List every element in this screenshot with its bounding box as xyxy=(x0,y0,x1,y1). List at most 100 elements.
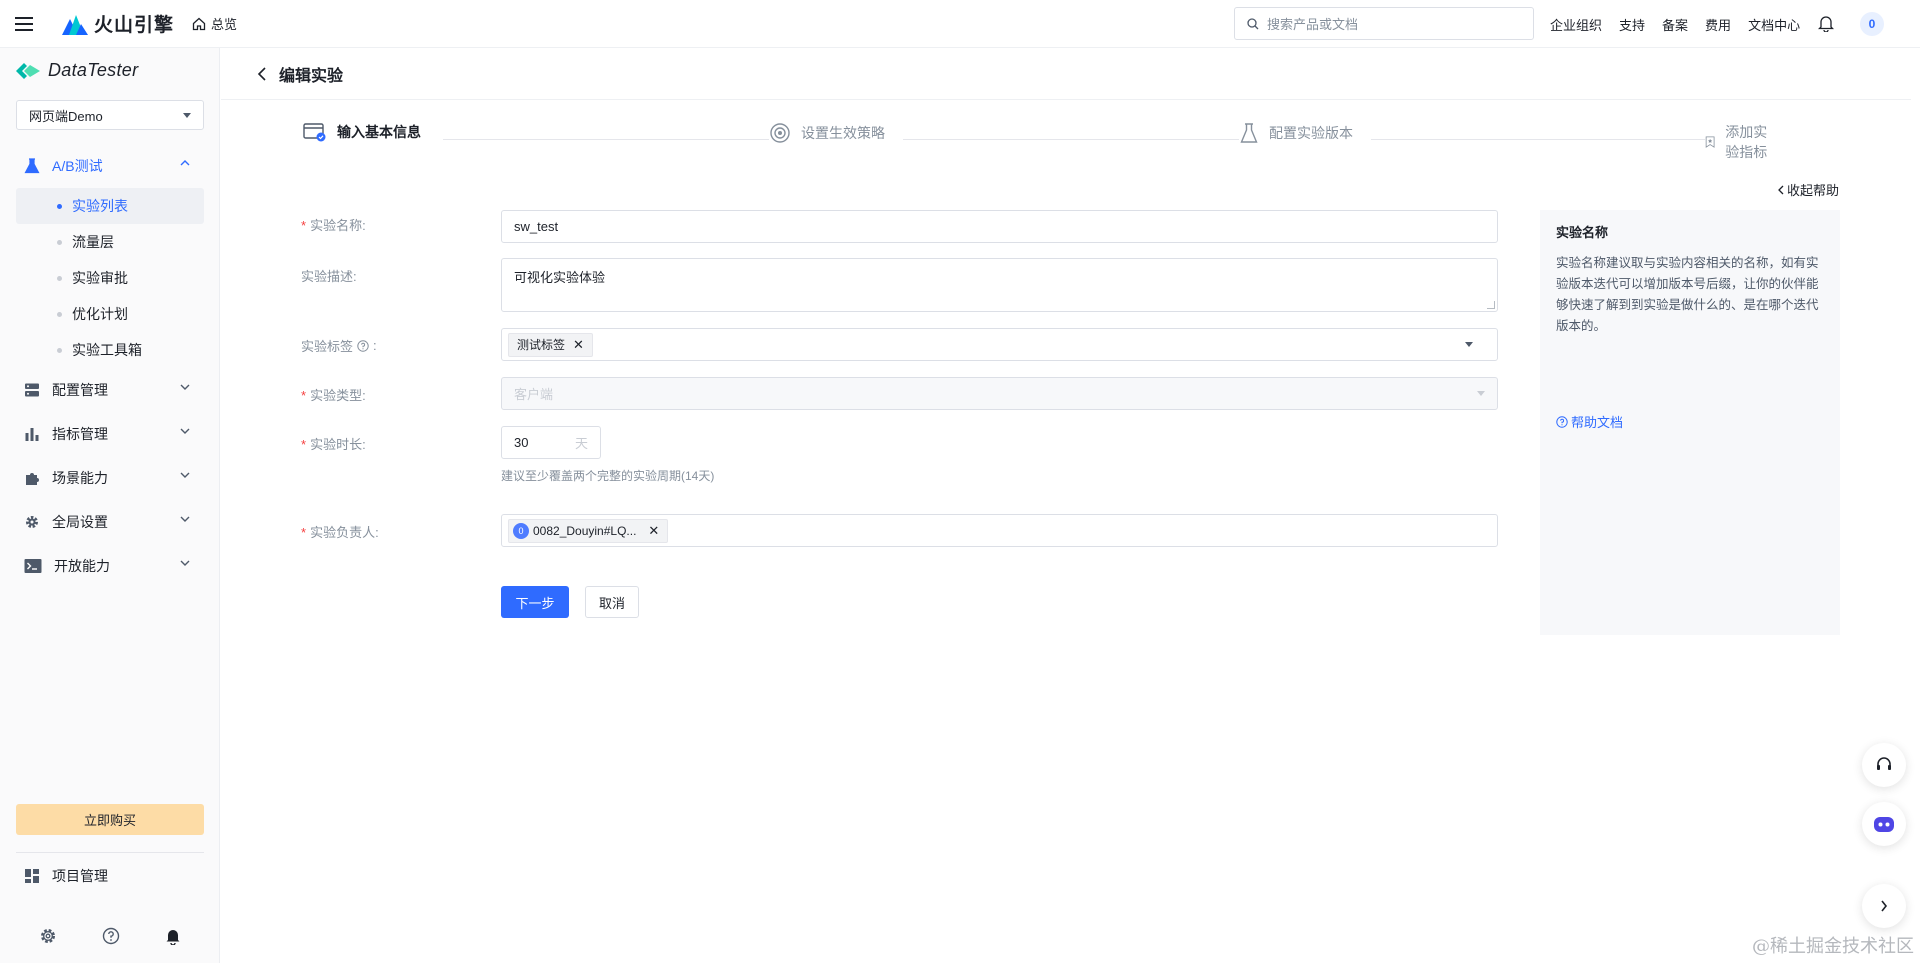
step-versions[interactable]: 配置实验版本 xyxy=(1239,122,1363,144)
sidebar-item-toolbox[interactable]: 实验工具箱 xyxy=(16,332,204,368)
next-step-button[interactable]: 下一步 xyxy=(501,586,569,618)
step-label: 配置实验版本 xyxy=(1269,125,1353,141)
chevron-right-icon xyxy=(1881,900,1888,912)
bell-icon[interactable] xyxy=(165,927,181,945)
help-title: 实验名称 xyxy=(1556,225,1609,240)
page-header: 编辑实验 xyxy=(221,48,1911,100)
sidebar-item-label: 实验审批 xyxy=(72,270,128,286)
field-label: * 实验名称: xyxy=(301,218,501,234)
datatester-logo[interactable]: DataTester xyxy=(16,60,138,81)
back-arrow-icon[interactable] xyxy=(257,66,267,81)
sidebar-item-label: 优化计划 xyxy=(72,306,128,322)
chevron-down-icon xyxy=(180,560,190,566)
notification-bell-icon[interactable] xyxy=(1817,14,1835,35)
caret-down-icon xyxy=(1465,342,1473,347)
link-support[interactable]: 支持 xyxy=(1619,15,1645,34)
help-icon[interactable] xyxy=(102,927,120,945)
help-docs-label: 帮助文档 xyxy=(1571,415,1624,430)
form-row-tags: 实验标签 : xyxy=(301,336,501,355)
sidebar-group-metrics[interactable]: 指标管理 xyxy=(0,412,220,456)
server-icon xyxy=(25,383,39,397)
search-input[interactable]: 搜索产品或文档 xyxy=(1234,7,1534,40)
experiment-owner-select[interactable]: 0 0082_Douyin#LQ... ✕ xyxy=(501,514,1498,547)
caret-down-icon xyxy=(1477,391,1485,396)
project-select[interactable]: 网页端Demo xyxy=(16,100,204,130)
step-basic-info[interactable]: 输入基本信息 xyxy=(303,122,431,142)
experiment-tags-select[interactable]: 测试标签 ✕ xyxy=(501,328,1498,361)
required-mark: * xyxy=(301,218,307,233)
assistant-bot-button[interactable] xyxy=(1862,802,1906,846)
experiment-duration-input[interactable]: 30 天 xyxy=(501,426,601,459)
sidebar-item-optimization-plan[interactable]: 优化计划 xyxy=(16,296,204,332)
experiment-description-value: 可视化实验体验 xyxy=(514,270,606,285)
field-label: 实验描述: xyxy=(301,266,501,285)
help-docs-link[interactable]: 帮助文档 xyxy=(1556,412,1623,431)
sidebar-item-traffic-layer[interactable]: 流量层 xyxy=(16,224,204,260)
form-card-icon xyxy=(303,123,326,142)
form-row-type: * 实验类型: xyxy=(301,385,501,404)
chevron-down-icon xyxy=(180,428,190,434)
step-connector xyxy=(1371,139,1739,140)
link-enterprise[interactable]: 企业组织 xyxy=(1550,15,1602,34)
dashboard-icon xyxy=(25,869,39,883)
remove-owner-icon[interactable]: ✕ xyxy=(648,523,659,539)
field-label: * 实验类型: xyxy=(301,385,501,404)
sidebar-group-ab-test[interactable]: A/B测试 xyxy=(0,144,220,188)
resize-handle-icon[interactable] xyxy=(1487,301,1495,309)
cancel-button[interactable]: 取消 xyxy=(585,586,639,618)
question-circle-icon[interactable] xyxy=(357,339,369,352)
overview-link[interactable]: 总览 xyxy=(192,14,237,33)
link-docs[interactable]: 文档中心 xyxy=(1748,15,1800,34)
volcano-logo-icon xyxy=(62,14,88,35)
step-label: 添加实验指标 xyxy=(1725,124,1768,160)
sidebar-item-experiment-list[interactable]: 实验列表 xyxy=(16,188,204,224)
sidebar-group-label: 开放能力 xyxy=(54,558,110,574)
flask-outline-icon xyxy=(1240,123,1258,143)
headset-icon xyxy=(1877,757,1891,770)
settings-icon[interactable] xyxy=(39,927,57,945)
form-row-duration: * 实验时长: xyxy=(301,434,501,453)
caret-down-icon xyxy=(183,112,191,118)
sidebar-group-global-settings[interactable]: 全局设置 xyxy=(0,500,220,544)
sidebar-group-open-api[interactable]: 开放能力 xyxy=(0,544,220,588)
puzzle-icon xyxy=(26,473,39,485)
link-billing[interactable]: 费用 xyxy=(1705,15,1731,34)
question-circle-icon xyxy=(1556,415,1568,428)
customer-service-button[interactable] xyxy=(1862,743,1906,787)
owner-chip: 0 0082_Douyin#LQ... ✕ xyxy=(508,518,669,543)
datatester-logo-icon xyxy=(16,62,40,79)
overview-label: 总览 xyxy=(211,17,238,32)
buy-now-button[interactable]: 立即购买 xyxy=(16,804,204,835)
step-metrics[interactable]: 添加实验指标 xyxy=(1705,122,1783,162)
step-strategy[interactable]: 设置生效策略 xyxy=(769,122,895,144)
chevron-down-icon xyxy=(180,384,190,390)
volcengine-logo[interactable]: 火山引擎 xyxy=(62,10,174,37)
project-management-link[interactable]: 项目管理 xyxy=(24,866,108,886)
experiment-description-textarea[interactable]: 可视化实验体验 xyxy=(501,258,1498,312)
bullet-dot xyxy=(57,348,62,353)
form-row-owner: * 实验负责人: xyxy=(301,522,501,541)
required-mark: * xyxy=(301,437,307,452)
sidebar-footer xyxy=(0,916,220,956)
tag-chip: 测试标签 ✕ xyxy=(508,332,593,357)
sidebar-group-scenario[interactable]: 场景能力 xyxy=(0,456,220,500)
sidebar-group-config[interactable]: 配置管理 xyxy=(0,368,220,412)
expand-panel-button[interactable] xyxy=(1862,884,1906,928)
owner-chip-label: 0082_Douyin#LQ... xyxy=(533,523,637,538)
remove-tag-icon[interactable]: ✕ xyxy=(573,337,584,353)
hamburger-menu-icon[interactable] xyxy=(0,0,48,48)
user-avatar[interactable]: 0 xyxy=(1860,12,1884,36)
experiment-name-input[interactable]: sw_test xyxy=(501,210,1498,243)
link-icp[interactable]: 备案 xyxy=(1662,15,1688,34)
top-links: 企业组织 支持 备案 费用 文档中心 xyxy=(1550,0,1800,48)
bullet-dot xyxy=(57,240,62,245)
sidebar: DataTester 网页端Demo A/B测试 实验列表 流量层 实验审批 优… xyxy=(0,48,220,963)
collapse-help-toggle[interactable]: 收起帮助 xyxy=(1777,180,1839,199)
owner-avatar: 0 xyxy=(513,522,529,539)
step-connector xyxy=(903,139,1271,140)
sidebar-item-approval[interactable]: 实验审批 xyxy=(16,260,204,296)
sidebar-group-label: A/B测试 xyxy=(52,158,103,174)
duration-field: 30 天 建议至少覆盖两个完整的实验周期(14天) xyxy=(501,426,714,484)
collapse-help-label: 收起帮助 xyxy=(1787,183,1840,198)
sidebar-divider xyxy=(16,852,204,853)
